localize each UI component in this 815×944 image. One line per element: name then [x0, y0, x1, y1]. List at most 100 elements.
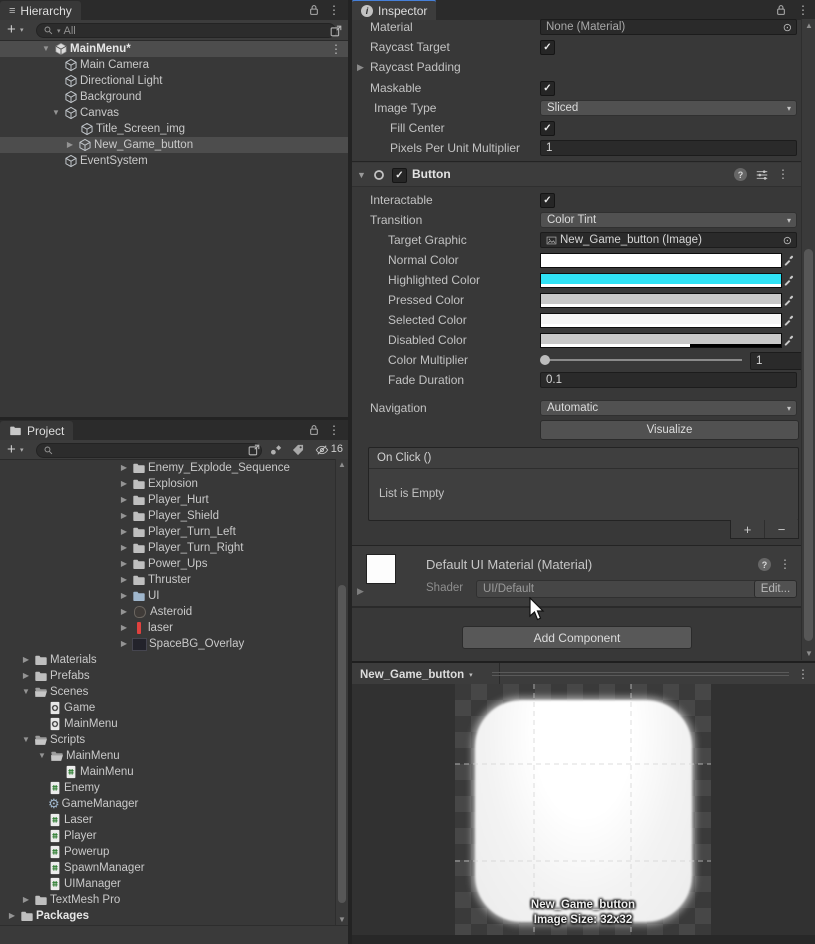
object-picker-icon[interactable]: ⊙ [783, 234, 792, 247]
foldout-closed-icon[interactable]: ▶ [118, 476, 130, 492]
preview-drag-handle[interactable] [492, 675, 789, 676]
search-filter-caret-icon[interactable]: ▾ [57, 27, 61, 35]
hierarchy-row[interactable]: ▼ Canvas [0, 105, 348, 121]
foldout-closed-icon[interactable]: ▶ [118, 492, 130, 508]
project-row[interactable]: MainMenu [0, 764, 348, 780]
kebab-menu-icon[interactable]: ⋮ [777, 168, 789, 180]
fill-center-checkbox[interactable]: ✓ [540, 121, 555, 136]
component-enabled-checkbox[interactable]: ✓ [392, 168, 407, 183]
transition-dropdown[interactable]: Color Tint ▾ [540, 212, 797, 228]
hierarchy-row[interactable]: Title_Screen_img [0, 121, 348, 137]
hierarchy-row[interactable]: Main Camera [0, 57, 348, 73]
scrollbar-thumb[interactable] [338, 585, 346, 903]
project-row[interactable]: UIManager [0, 876, 348, 892]
raycast-target-checkbox[interactable]: ✓ [540, 40, 555, 55]
pick-window-icon[interactable] [246, 442, 262, 458]
create-button[interactable]: + [7, 21, 16, 38]
navigation-dropdown[interactable]: Automatic ▾ [540, 400, 797, 416]
eyedropper-icon[interactable] [781, 332, 797, 347]
project-row[interactable]: Powerup [0, 844, 348, 860]
shader-dropdown[interactable]: UI/Default ▾ [476, 580, 766, 598]
slider-knob[interactable] [540, 355, 550, 365]
create-dropdown-icon[interactable]: ▾ [20, 26, 24, 34]
image-type-dropdown[interactable]: Sliced ▾ [540, 100, 797, 116]
project-row[interactable]: ▼ Scenes [0, 684, 348, 700]
foldout-closed-icon[interactable]: ▶ [118, 604, 130, 620]
on-click-header[interactable]: On Click () [369, 448, 798, 469]
search-by-label-icon[interactable] [290, 442, 306, 458]
create-button[interactable]: + [7, 441, 16, 458]
project-row[interactable]: ▶ laser [0, 620, 348, 636]
foldout-closed-icon[interactable]: ▶ [6, 908, 18, 924]
project-row[interactable]: SpawnManager [0, 860, 348, 876]
color-multiplier-slider[interactable] [542, 359, 742, 361]
foldout-closed-icon[interactable]: ▶ [20, 668, 32, 684]
normal-color-swatch[interactable] [540, 253, 782, 268]
pick-window-icon[interactable] [328, 23, 344, 39]
foldout-closed-icon[interactable]: ▶ [118, 460, 130, 476]
foldout-open-icon[interactable]: ▼ [40, 41, 52, 57]
maskable-checkbox[interactable]: ✓ [540, 81, 555, 96]
eyedropper-icon[interactable] [781, 312, 797, 327]
eyedropper-icon[interactable] [781, 272, 797, 287]
hierarchy-row-selected[interactable]: ▶ New_Game_button [0, 137, 348, 153]
scroll-up-icon[interactable]: ▲ [335, 460, 348, 469]
preview-drag-handle[interactable] [492, 672, 789, 673]
foldout-closed-icon[interactable]: ▶ [118, 524, 130, 540]
project-row[interactable]: ▶ Explosion [0, 476, 348, 492]
project-row[interactable]: ▶ TextMesh Pro [0, 892, 348, 908]
eyedropper-icon[interactable] [781, 292, 797, 307]
target-graphic-object-field[interactable]: New_Game_button (Image) ⊙ [540, 232, 797, 248]
create-dropdown-icon[interactable]: ▾ [20, 446, 24, 454]
scrollbar-thumb[interactable] [804, 249, 813, 641]
fade-duration-input[interactable]: 0.1 [540, 372, 797, 388]
ppu-multiplier-input[interactable]: 1 [540, 140, 797, 156]
raycast-padding-row[interactable]: ▶ Raycast Padding [352, 58, 801, 76]
hierarchy-row[interactable]: Background [0, 89, 348, 105]
eyedropper-icon[interactable] [781, 252, 797, 267]
help-icon[interactable]: ? [734, 168, 747, 181]
project-row[interactable]: ▶ Packages [0, 908, 348, 924]
foldout-closed-icon[interactable]: ▶ [357, 62, 364, 73]
project-row[interactable]: MainMenu [0, 716, 348, 732]
project-row[interactable]: Player [0, 828, 348, 844]
foldout-closed-icon[interactable]: ▶ [118, 540, 130, 556]
interactable-checkbox[interactable]: ✓ [540, 193, 555, 208]
project-search-input[interactable] [36, 443, 262, 458]
project-row[interactable]: Game [0, 700, 348, 716]
project-row[interactable]: ▶ Power_Ups [0, 556, 348, 572]
project-row[interactable]: ▶ Player_Turn_Right [0, 540, 348, 556]
kebab-menu-icon[interactable]: ⋮ [797, 668, 809, 680]
help-icon[interactable]: ? [758, 558, 771, 571]
scroll-up-icon[interactable]: ▲ [802, 21, 815, 30]
project-row[interactable]: ▶ Player_Turn_Left [0, 524, 348, 540]
project-row[interactable]: ⚙ GameManager [0, 796, 348, 812]
foldout-closed-icon[interactable]: ▶ [20, 652, 32, 668]
scroll-down-icon[interactable]: ▼ [802, 649, 815, 658]
foldout-closed-icon[interactable]: ▶ [20, 892, 32, 908]
scene-kebab-icon[interactable]: ⋮ [330, 42, 342, 56]
kebab-menu-icon[interactable]: ⋮ [795, 2, 811, 18]
tab-project[interactable]: Project [0, 421, 74, 440]
foldout-open-icon[interactable]: ▼ [50, 105, 62, 121]
button-component-header[interactable]: ▼ ✓ Button ? ⋮ [352, 163, 801, 187]
foldout-closed-icon[interactable]: ▶ [118, 588, 130, 604]
selected-color-swatch[interactable] [540, 313, 782, 328]
project-scrollbar[interactable]: ▲ ▼ [335, 459, 348, 925]
foldout-closed-icon[interactable]: ▶ [118, 636, 130, 652]
foldout-closed-icon[interactable]: ▶ [357, 586, 364, 597]
project-row[interactable]: ▶ SpaceBG_Overlay [0, 636, 348, 652]
foldout-closed-icon[interactable]: ▶ [118, 572, 130, 588]
foldout-open-icon[interactable]: ▼ [20, 732, 32, 748]
project-row[interactable]: Enemy [0, 780, 348, 796]
project-row[interactable]: ▼ MainMenu [0, 748, 348, 764]
project-row[interactable]: ▶ UI [0, 588, 348, 604]
lock-icon[interactable] [306, 422, 322, 438]
hierarchy-row-scene[interactable]: ▼ MainMenu* ⋮ [0, 41, 348, 57]
foldout-closed-icon[interactable]: ▶ [118, 556, 130, 572]
hierarchy-row[interactable]: EventSystem [0, 153, 348, 169]
foldout-closed-icon[interactable]: ▶ [118, 508, 130, 524]
shader-edit-button[interactable]: Edit... [754, 580, 797, 598]
project-row[interactable]: ▶ Prefabs [0, 668, 348, 684]
disabled-color-swatch[interactable] [540, 333, 782, 348]
